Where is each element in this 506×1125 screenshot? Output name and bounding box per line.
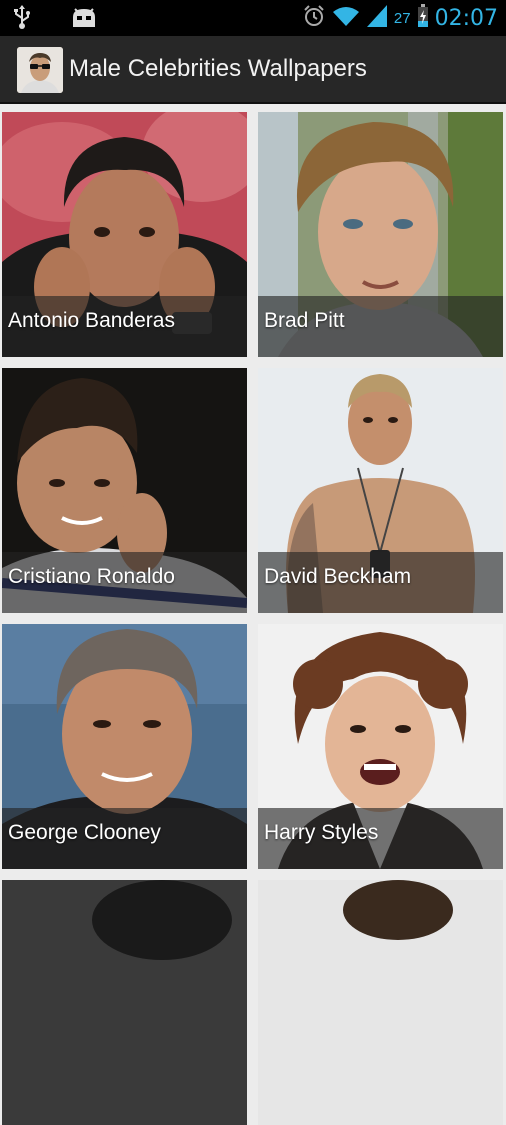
signal-icon <box>366 4 388 33</box>
celebrity-name: David Beckham <box>264 565 412 588</box>
battery-icon <box>417 4 429 33</box>
celebrity-caption: Harry Styles <box>258 808 503 869</box>
celebrity-tile-partial-left[interactable] <box>2 880 247 1125</box>
celebrity-avatar-icon[interactable] <box>17 47 63 93</box>
celebrity-photo <box>2 880 247 1125</box>
app-title: Male Celebrities Wallpapers <box>69 55 367 82</box>
celebrity-tile-antonio-banderas[interactable]: Antonio Banderas <box>2 112 247 357</box>
android-debug-icon <box>70 5 98 34</box>
celebrity-tile-george-clooney[interactable]: George Clooney <box>2 624 247 869</box>
usb-icon <box>12 4 32 35</box>
celebrity-tile-cristiano-ronaldo[interactable]: Cristiano Ronaldo <box>2 368 247 613</box>
celebrity-tile-harry-styles[interactable]: Harry Styles <box>258 624 503 869</box>
celebrity-tile-brad-pitt[interactable]: Brad Pitt <box>258 112 503 357</box>
celebrity-grid: Antonio Banderas Brad Pitt Cristiano Ron… <box>0 104 506 1125</box>
alarm-icon <box>302 4 326 33</box>
celebrity-caption: George Clooney <box>2 808 247 869</box>
celebrity-name: Harry Styles <box>264 821 379 844</box>
clock: 02:07 <box>434 6 498 31</box>
celebrity-name: Brad Pitt <box>264 309 345 332</box>
celebrity-caption: David Beckham <box>258 552 503 613</box>
celebrity-caption: Brad Pitt <box>258 296 503 357</box>
status-bar: 27 02:07 <box>0 0 506 36</box>
celebrity-caption: Cristiano Ronaldo <box>2 552 247 613</box>
celebrity-name: Antonio Banderas <box>8 309 175 332</box>
celebrity-photo <box>258 880 503 1125</box>
celebrity-tile-david-beckham[interactable]: David Beckham <box>258 368 503 613</box>
celebrity-tile-partial-right[interactable] <box>258 880 503 1125</box>
celebrity-name: George Clooney <box>8 821 161 844</box>
battery-level: 27 <box>393 10 411 27</box>
celebrity-caption: Antonio Banderas <box>2 296 247 357</box>
wifi-icon <box>332 5 360 32</box>
celebrity-name: Cristiano Ronaldo <box>8 565 175 588</box>
action-bar: Male Celebrities Wallpapers <box>0 36 506 104</box>
